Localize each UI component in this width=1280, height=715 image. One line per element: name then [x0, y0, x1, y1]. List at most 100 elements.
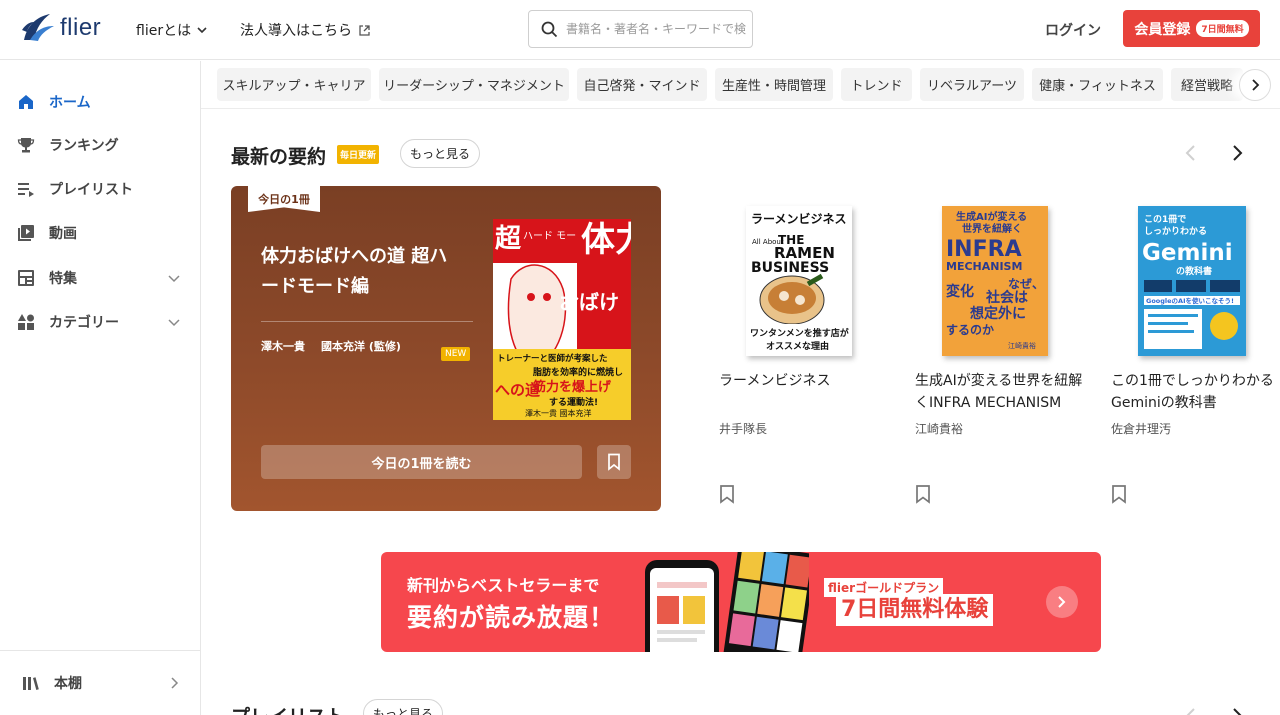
category-chip[interactable]: 自己啓発・マインド — [577, 68, 707, 101]
latest-more-button[interactable]: もっと見る — [400, 139, 480, 168]
category-scroll-right-button[interactable] — [1239, 69, 1271, 101]
nav-about-flier[interactable]: flierとは — [136, 20, 209, 40]
sidebar-bottom: 本棚 — [0, 650, 200, 715]
sidebar-item-category[interactable]: カテゴリー — [0, 302, 200, 342]
sidebar-item-video[interactable]: 動画 — [0, 213, 200, 253]
phone-illustration — [645, 552, 809, 652]
bookmark-button[interactable] — [915, 484, 931, 508]
trophy-icon — [17, 138, 35, 153]
category-chip[interactable]: 健康・フィットネス — [1032, 68, 1163, 101]
cover-text: Gemini — [1142, 240, 1233, 266]
book-title[interactable]: 生成AIが変える世界を紐解くINFRA MECHANISM — [915, 370, 1085, 414]
book-author: 江崎貴裕 — [915, 422, 964, 436]
cover-text: 世界を紐解く — [962, 222, 1022, 235]
cover-text: 江崎貴裕 — [1008, 341, 1036, 350]
chevron-right-icon — [1058, 596, 1066, 608]
book-cover-art: 生成AIが変える 世界を紐解く INFRA MECHANISM なぜ、 社会は … — [942, 206, 1048, 356]
search-input[interactable] — [566, 22, 746, 36]
nav-corporate-link[interactable]: 法人導入はこちら — [240, 20, 371, 40]
today-book-tag: 今日の1冊 — [248, 186, 320, 212]
external-link-icon — [359, 24, 370, 36]
playlist-next-button[interactable] — [1225, 704, 1249, 715]
gold-plan-banner[interactable]: 新刊からベストセラーまで 要約が読み放題！ flierゴールドプラン 7日間無料… — [381, 552, 1101, 652]
chevron-right-icon — [1233, 145, 1243, 161]
book-cover[interactable]: この1冊で しっかりわかる Gemini の教科書 GoogleのAIを使いこな… — [1138, 206, 1246, 356]
category-chip[interactable]: 生産性・時間管理 — [715, 68, 833, 101]
search-icon — [541, 21, 558, 37]
bookmark-button[interactable] — [1111, 484, 1127, 508]
bookmark-icon — [720, 485, 734, 504]
category-chip[interactable]: スキルアップ・キャリア — [217, 68, 371, 101]
book-cover-art: ラーメンビジネス All About THE RAMEN BUSINESS ワン… — [746, 206, 852, 356]
book-cover-art: この1冊で しっかりわかる Gemini の教科書 GoogleのAIを使いこな… — [1138, 206, 1246, 356]
today-book-authors: 澤木一貴 國本充洋 (監修) — [261, 337, 411, 357]
video-icon — [18, 225, 34, 241]
nav-corporate-label: 法人導入はこちら — [240, 23, 352, 39]
banner-line2: 要約が読み放題！ — [407, 603, 616, 632]
sidebar-item-ranking[interactable]: ランキング — [0, 125, 200, 165]
latest-section-title: 最新の要約 — [231, 146, 327, 168]
cover-text: 澤木一貴 國本充洋 — [525, 408, 592, 418]
sidebar-item-bookshelf[interactable]: 本棚 — [0, 663, 200, 703]
book-cover[interactable]: ラーメンビジネス All About THE RAMEN BUSINESS ワン… — [746, 206, 852, 356]
book-cover-art: 超 ハード モード 編 体力 おばけ トレーナーと医師が考案した 脂肪を効率的に… — [493, 219, 631, 420]
author-name: 澤木一貴 — [261, 340, 305, 353]
sidebar-item-playlist[interactable]: プレイリスト — [0, 169, 200, 209]
bookmark-button[interactable] — [597, 445, 631, 479]
cover-text: 変化 — [946, 283, 974, 300]
category-chip[interactable]: リベラルアーツ — [920, 68, 1024, 101]
sidebar-item-feature[interactable]: 特集 — [0, 258, 200, 298]
playlist-more-button[interactable]: もっと見る — [363, 699, 443, 715]
chevron-down-icon — [168, 319, 180, 327]
search-box[interactable] — [528, 10, 753, 48]
cover-text: 生成AIが変える — [956, 210, 1027, 223]
read-today-book-button[interactable]: 今日の1冊を読む — [261, 445, 582, 479]
today-book-card[interactable]: 今日の1冊 体力おばけへの道 超ハードモード編 澤木一貴 國本充洋 (監修) NE… — [231, 186, 661, 511]
cover-text: するのか — [946, 323, 994, 337]
book-cover[interactable]: 生成AIが変える 世界を紐解く INFRA MECHANISM なぜ、 社会は … — [942, 206, 1048, 356]
cover-text: しっかりわかる — [1144, 226, 1207, 237]
category-chip[interactable]: 経営戦略 — [1171, 68, 1243, 101]
logo-text: flier — [60, 14, 102, 41]
sidebar-item-label: ホーム — [49, 95, 91, 111]
bookmark-button[interactable] — [719, 484, 735, 508]
chevron-left-icon — [1185, 145, 1195, 161]
login-button[interactable]: ログイン — [1045, 20, 1101, 40]
book-title[interactable]: この1冊でしっかりわかるGeminiの教科書 — [1111, 370, 1280, 414]
banner-arrow-button[interactable] — [1046, 586, 1078, 618]
sidebar-item-label: 特集 — [49, 271, 77, 287]
sidebar: ホーム ランキング プレイリスト 動画 特集 カテゴリー 本棚 — [0, 61, 201, 715]
category-chip[interactable]: トレンド — [841, 68, 912, 101]
bookmark-icon — [916, 485, 930, 504]
daily-update-badge: 毎日更新 — [337, 145, 380, 164]
book-card[interactable]: 生成AIが変える 世界を紐解く INFRA MECHANISM なぜ、 社会は … — [915, 202, 1090, 512]
chevron-right-icon — [1252, 79, 1260, 91]
book-title[interactable]: ラーメンビジネス — [719, 370, 889, 392]
cover-text: の教科書 — [1176, 265, 1212, 277]
cover-text: トレーナーと医師が考案した — [497, 353, 608, 364]
cover-text: への道 — [495, 381, 540, 399]
playlist-prev-button[interactable] — [1179, 704, 1203, 715]
signup-button[interactable]: 会員登録 7日間無料 — [1123, 10, 1260, 47]
cover-text: GoogleのAIを使いこなそう! — [1146, 296, 1234, 305]
book-card[interactable]: ラーメンビジネス All About THE RAMEN BUSINESS ワン… — [719, 202, 894, 512]
bookshelf-icon — [23, 677, 39, 690]
cover-text: する運動法! — [549, 396, 598, 408]
bookmark-icon — [1112, 485, 1126, 504]
latest-prev-button[interactable] — [1179, 141, 1203, 165]
latest-next-button[interactable] — [1225, 141, 1249, 165]
chevron-down-icon — [168, 275, 180, 283]
today-book-title: 体力おばけへの道 超ハードモード編 — [261, 246, 448, 297]
today-book-cover[interactable]: 超 ハード モード 編 体力 おばけ トレーナーと医師が考案した 脂肪を効率的に… — [493, 219, 631, 420]
sidebar-item-home[interactable]: ホーム — [0, 82, 200, 122]
cover-text: INFRA — [946, 237, 1022, 262]
cover-text: MECHANISM — [946, 260, 1022, 273]
book-card[interactable]: この1冊で しっかりわかる Gemini の教科書 GoogleのAIを使いこな… — [1111, 202, 1280, 512]
divider — [261, 321, 473, 322]
cover-text: なぜ、 — [1008, 277, 1044, 291]
category-chip[interactable]: リーダーシップ・マネジメント — [379, 68, 569, 101]
cover-text: ワンタンメンを推す店が — [750, 327, 850, 339]
sidebar-item-label: ランキング — [49, 138, 119, 154]
flier-logo[interactable]: flier — [20, 10, 101, 46]
sidebar-item-label: 本棚 — [54, 676, 82, 692]
